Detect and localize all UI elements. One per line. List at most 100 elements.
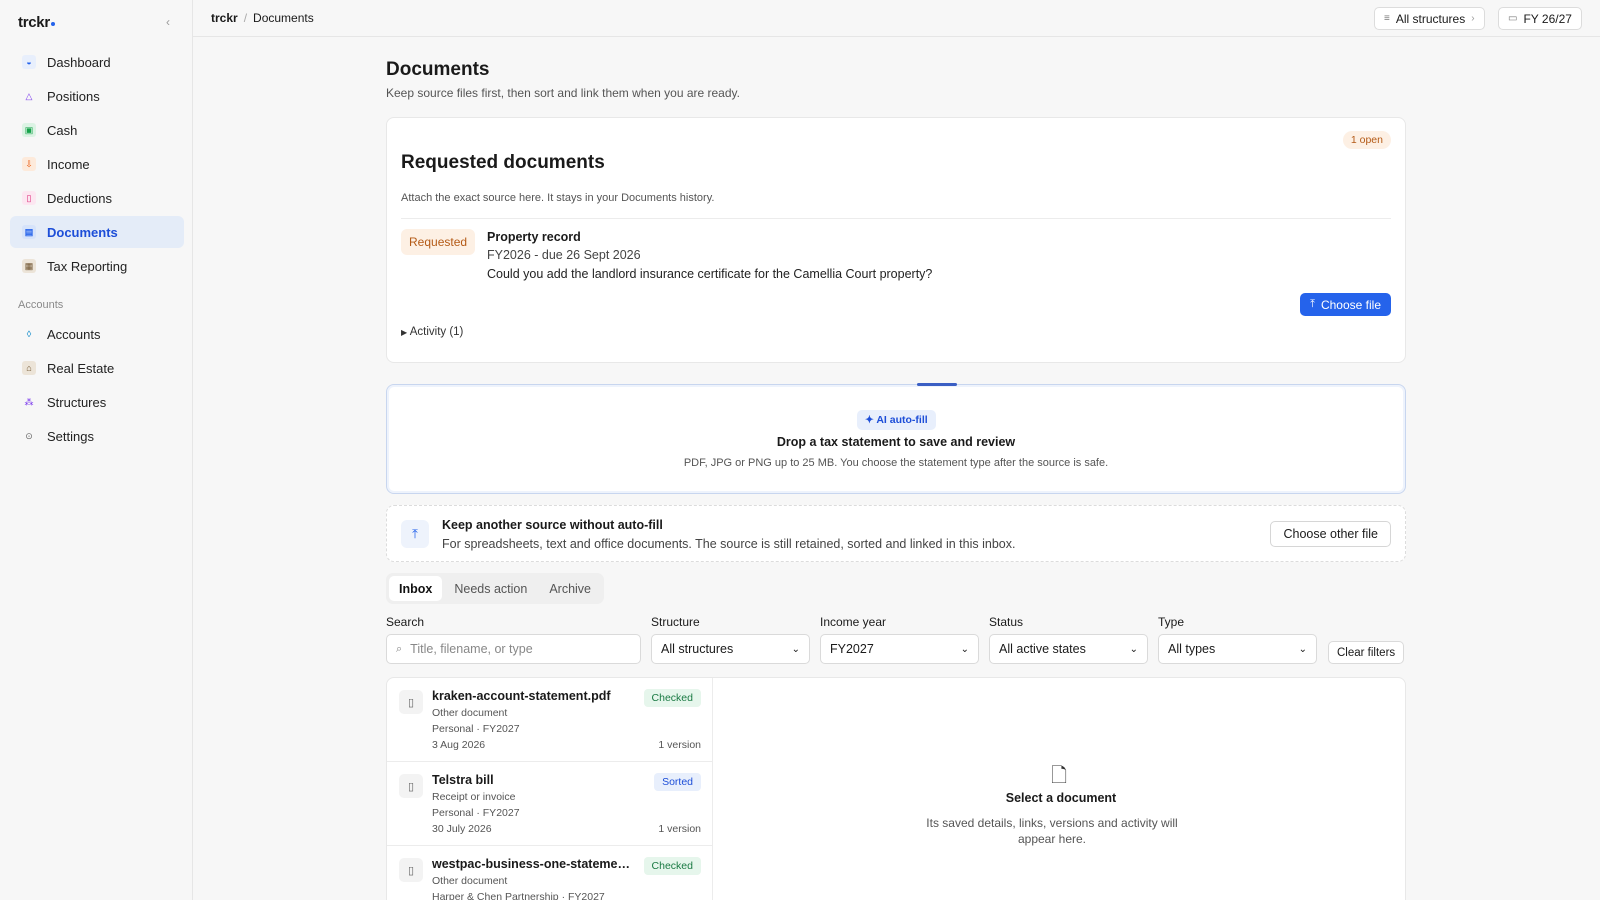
sidebar-item-dashboard[interactable]: ◒ Dashboard xyxy=(10,46,184,78)
ai-autofill-badge: ✦ AI auto-fill xyxy=(857,410,936,430)
status-badge: Checked xyxy=(643,689,701,707)
search-icon: ⌕ xyxy=(396,642,403,655)
chevron-down-icon: ⌄ xyxy=(960,643,969,655)
search-input[interactable]: ⌕ Title, filename, or type xyxy=(386,634,641,664)
status-label: Status xyxy=(989,615,1024,629)
document-date: 3 Aug 2026 xyxy=(432,739,486,751)
income-icon: ⇩ xyxy=(22,157,36,171)
document-tabs: Inbox Needs action Archive xyxy=(386,573,604,604)
choose-file-label: Choose file xyxy=(1320,297,1381,312)
type-label: Type xyxy=(1158,615,1185,629)
page-title: Documents xyxy=(386,59,490,80)
structure-select[interactable]: All structures ⌄ xyxy=(651,634,810,664)
ai-autofill-label: AI auto-fill xyxy=(876,414,928,426)
document-versions: 1 version xyxy=(658,823,701,835)
list-item[interactable]: ▯ kraken-account-statement.pdf Checked O… xyxy=(387,678,713,762)
sidebar-item-tax-reporting[interactable]: ▦ Tax Reporting xyxy=(10,250,184,282)
empty-state-subtitle: Its saved details, links, versions and a… xyxy=(926,816,1178,846)
clear-filters-button[interactable]: Clear filters xyxy=(1328,641,1405,664)
structure-label: Structure xyxy=(651,615,700,629)
documents-list: ▯ kraken-account-statement.pdf Checked O… xyxy=(387,678,713,900)
sidebar: trckr ‹ ◒ Dashboard △ Positions ▣ Cash ⇩… xyxy=(0,0,193,900)
sidebar-item-positions[interactable]: △ Positions xyxy=(10,80,184,112)
activity-toggle[interactable]: ▶ Activity (1) xyxy=(401,326,463,338)
divider xyxy=(401,218,1391,219)
list-item[interactable]: ▯ Telstra bill Sorted Receipt or invoice… xyxy=(387,762,713,846)
calendar-icon: ▭ xyxy=(1508,13,1518,24)
cash-icon: ▣ xyxy=(22,123,36,137)
list-item[interactable]: ▯ westpac-business-one-statement.pdf Che… xyxy=(387,846,713,900)
document-date: 30 July 2026 xyxy=(432,823,492,835)
fiscal-year-button[interactable]: ▭ FY 26/27 xyxy=(1498,7,1582,30)
activity-label: Activity (1) xyxy=(409,326,464,338)
tab-archive[interactable]: Archive xyxy=(539,576,601,601)
sidebar-item-income[interactable]: ⇩ Income xyxy=(10,148,184,180)
requested-documents-description: Attach the exact source here. It stays i… xyxy=(401,192,715,204)
dropzone-subtitle: PDF, JPG or PNG up to 25 MB. You choose … xyxy=(683,457,1109,469)
breadcrumb-current: Documents xyxy=(253,11,314,25)
documents-icon: ▤ xyxy=(22,225,36,239)
type-select[interactable]: All types ⌄ xyxy=(1158,634,1317,664)
status-badge: Checked xyxy=(643,857,701,875)
sidebar-item-structures[interactable]: ⁂ Structures xyxy=(10,386,184,418)
accounts-icon: ◊ xyxy=(26,329,32,339)
requested-documents-title: Requested documents xyxy=(401,152,605,173)
income-year-value: FY2027 xyxy=(830,642,874,656)
structures-filter-label: All structures xyxy=(1395,11,1466,26)
sidebar-item-label: Structures xyxy=(47,394,107,410)
chevron-down-icon: ⌄ xyxy=(791,643,800,655)
document-meta: Personal · FY2027 xyxy=(432,807,520,819)
tab-inbox[interactable]: Inbox xyxy=(389,576,443,601)
ai-dropzone[interactable]: ✦ AI auto-fill Drop a tax statement to s… xyxy=(386,383,1406,494)
choose-other-file-button[interactable]: Choose other file xyxy=(1270,521,1391,547)
income-year-select[interactable]: FY2027 ⌄ xyxy=(820,634,979,664)
sidebar-item-real-estate[interactable]: ⌂ Real Estate xyxy=(10,352,184,384)
file-icon: ▯ xyxy=(399,858,423,882)
real-estate-icon: ⌂ xyxy=(22,361,36,375)
sidebar-section-label: Accounts xyxy=(18,299,64,311)
sidebar-item-label: Documents xyxy=(47,224,118,240)
sidebar-item-cash[interactable]: ▣ Cash xyxy=(10,114,184,146)
file-icon: ▯ xyxy=(399,774,423,798)
tab-needs-action[interactable]: Needs action xyxy=(444,576,537,601)
document-icon: 🗋 xyxy=(1051,765,1068,787)
keep-source-subtitle: For spreadsheets, text and office docume… xyxy=(442,537,1016,551)
sidebar-item-label: Positions xyxy=(47,88,100,104)
chevron-down-icon: ⌄ xyxy=(1129,643,1138,655)
topbar: trckr / Documents ≡ All structures › ▭ FY … xyxy=(193,0,1600,37)
settings-icon: ⊙ xyxy=(25,430,33,441)
sidebar-item-label: Real Estate xyxy=(47,360,115,376)
collapse-sidebar-icon[interactable]: ‹ xyxy=(166,15,170,29)
document-meta: Personal · FY2027 xyxy=(432,723,520,735)
deductions-icon: ▯ xyxy=(22,191,36,205)
logo-dot xyxy=(50,22,55,26)
breadcrumb: trckr / Documents xyxy=(211,11,314,25)
empty-state-title: Select a document xyxy=(1005,791,1117,805)
fiscal-year-label: FY 26/27 xyxy=(1523,11,1572,26)
sidebar-item-documents[interactable]: ▤ Documents xyxy=(10,216,184,248)
document-meta: Harper & Chen Partnership · FY2027 xyxy=(432,891,605,900)
sidebar-item-settings[interactable]: ⊙ Settings xyxy=(10,420,184,452)
breadcrumb-separator: / xyxy=(243,11,248,25)
structures-icon: ⁂ xyxy=(24,396,34,407)
sidebar-item-deductions[interactable]: ▯ Deductions xyxy=(10,182,184,214)
search-placeholder: Title, filename, or type xyxy=(410,642,533,656)
chevron-right-icon: › xyxy=(1471,13,1475,24)
structures-filter-button[interactable]: ≡ All structures › xyxy=(1374,7,1485,30)
open-count-badge: 1 open xyxy=(1342,131,1391,149)
keep-source-card: ⤒ Keep another source without auto-fill … xyxy=(386,505,1406,562)
logo-text: trckr xyxy=(18,14,50,31)
breadcrumb-home[interactable]: trckr xyxy=(211,11,238,25)
file-icon: ▯ xyxy=(399,690,423,714)
income-year-label: Income year xyxy=(820,615,887,629)
app-logo[interactable]: trckr xyxy=(18,14,55,31)
document-kind: Other document xyxy=(432,707,508,719)
status-select[interactable]: All active states ⌄ xyxy=(989,634,1148,664)
document-name: kraken-account-statement.pdf xyxy=(432,689,611,703)
sidebar-item-label: Cash xyxy=(47,122,78,138)
sidebar-item-label: Tax Reporting xyxy=(47,258,128,274)
type-value: All types xyxy=(1168,642,1216,656)
choose-file-button[interactable]: ⤒ Choose file xyxy=(1300,293,1391,316)
tax-reporting-icon: ▦ xyxy=(22,259,36,273)
sidebar-item-accounts[interactable]: ◊ Accounts xyxy=(10,318,184,350)
